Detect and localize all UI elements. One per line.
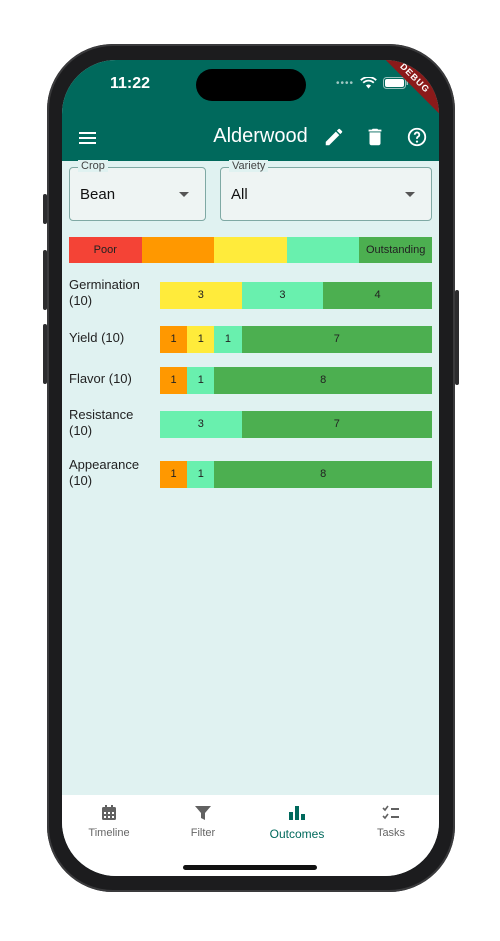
wifi-icon [360,77,377,89]
calendar-icon [102,805,116,820]
chevron-down-icon [405,192,415,197]
outcome-name: Flavor [69,371,106,386]
outcome-name: Yield [69,330,98,345]
outcome-bar: 118 [160,367,432,394]
bar-segment: 8 [214,461,432,488]
outcome-name: Resistance [69,407,134,422]
bar-chart-icon [289,806,305,820]
toolbar: Alderwood [62,118,439,158]
bar-segment: 1 [160,461,188,488]
outcome-count: (10) [101,330,125,345]
legend-swatch [286,237,360,263]
edit-icon[interactable] [323,126,345,148]
bar-segment: 4 [323,282,432,309]
nav-filter[interactable]: Filter [163,803,243,839]
variety-label: Variety [229,160,269,172]
outcome-label: Appearance (10) [69,457,139,489]
outcome-bar: 37 [160,411,432,438]
bar-segment: 8 [214,367,432,394]
chevron-down-icon [179,192,189,197]
power-button [455,290,459,385]
dynamic-island [196,69,306,101]
status-time: 11:22 [110,75,151,92]
crop-value: Bean [80,186,116,203]
home-indicator [183,865,317,870]
bar-segment: 1 [160,367,188,394]
bar-segment: 7 [241,411,432,438]
bar-segment: 1 [214,326,242,353]
variety-dropdown[interactable]: Variety All [220,160,432,221]
outcome-label: Yield (10) [69,330,124,346]
app-header: 11:22 •••• DEBUG Alderwood [62,60,439,161]
nav-label: Filter [190,827,216,839]
bar-segment: 1 [160,326,188,353]
bar-segment: 7 [241,326,432,353]
checklist-icon [382,805,399,820]
outcome-label: Germination (10) [69,277,140,309]
outcome-count: (10) [69,293,93,308]
volume-down-button [43,324,47,384]
outcome-label: Flavor (10) [69,371,132,387]
bar-segment: 3 [160,282,242,309]
crop-dropdown[interactable]: Crop Bean [69,160,206,221]
nav-tasks[interactable]: Tasks [351,803,431,839]
nav-timeline[interactable]: Timeline [69,803,149,839]
variety-value: All [231,186,248,203]
bar-segment: 1 [187,367,215,394]
bar-segment: 3 [241,282,324,309]
legend-swatch [214,237,287,263]
legend-swatch [141,237,215,263]
crop-label: Crop [78,160,108,172]
bottom-navigation: Timeline Filter Outcomes Tasks [62,795,439,876]
nav-outcomes[interactable]: Outcomes [257,803,337,841]
signal-icon: •••• [335,77,354,89]
outcome-name: Germination [69,277,140,292]
status-icons: •••• [336,75,409,91]
nav-label: Tasks [376,827,406,839]
outcome-bar: 118 [160,461,432,488]
nav-label: Timeline [88,827,130,839]
outcome-count: (10) [69,473,93,488]
volume-up-button [43,250,47,310]
legend-swatch: Outstanding [359,237,432,263]
outcome-label: Resistance (10) [69,407,133,439]
app-screen: 11:22 •••• DEBUG Alderwood Crop Bean Var… [62,60,439,876]
rating-legend: Poor Outstanding [69,237,432,263]
filter-icon [195,806,211,820]
bar-segment: 1 [187,461,215,488]
help-icon[interactable] [406,126,428,148]
bar-segment: 1 [187,326,215,353]
delete-icon[interactable] [364,126,386,148]
legend-swatch: Poor [69,237,142,263]
silent-switch [43,194,47,224]
bar-segment: 3 [160,411,242,438]
nav-label: Outcomes [269,827,325,841]
outcome-count: (10) [69,423,93,438]
outcome-bar: 334 [160,282,432,309]
outcome-bar: 1117 [160,326,432,353]
outcome-count: (10) [108,371,132,386]
outcome-name: Appearance [69,457,140,472]
